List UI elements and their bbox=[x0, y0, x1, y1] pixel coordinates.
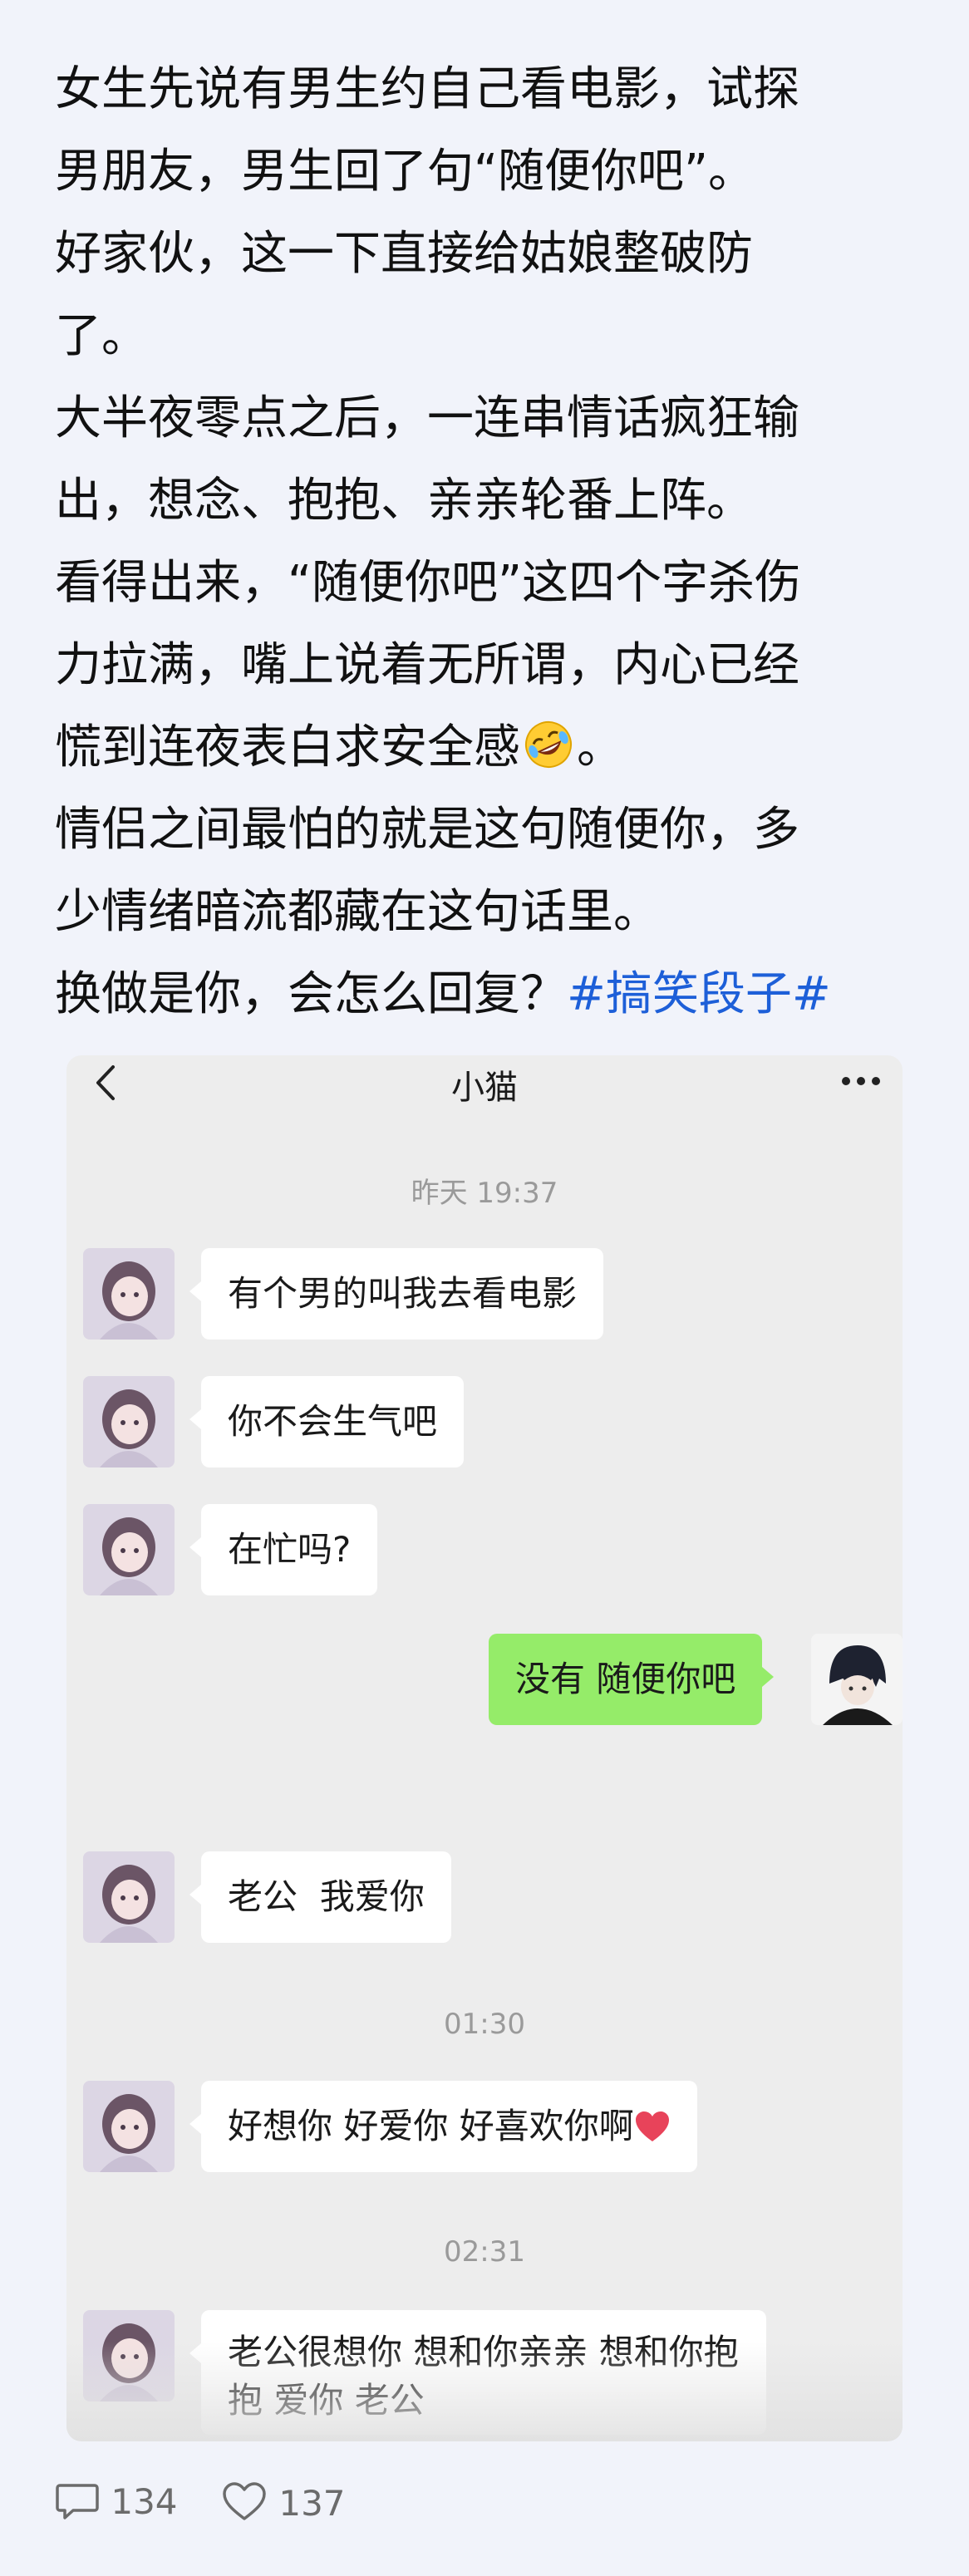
post-line-text: 。 bbox=[577, 720, 623, 774]
chat-title: 小猫 bbox=[451, 1069, 518, 1107]
comment-count: 134 bbox=[111, 2481, 178, 2522]
message-bubble[interactable]: 有个男的叫我去看电影 bbox=[189, 1248, 604, 1340]
contact-avatar[interactable] bbox=[83, 1376, 175, 1467]
post-line-with-hashtag: 换做是你，会怎么回复？#搞笑段子# bbox=[55, 953, 919, 1035]
post-text: 女生先说有男生约自己看电影，试探 男朋友，男生回了句“随便你吧”。 好家伙，这一… bbox=[55, 48, 919, 1035]
comment-button[interactable]: 134 bbox=[55, 2480, 178, 2522]
message-bubble[interactable]: 老公 我爱你 bbox=[189, 1851, 451, 1943]
girl-avatar-icon bbox=[83, 1851, 175, 1943]
rolling-on-floor-laughing-icon bbox=[525, 721, 572, 768]
contact-avatar[interactable] bbox=[83, 2081, 175, 2172]
post-line: 少情绪暗流都藏在这句话里。 bbox=[55, 885, 660, 939]
like-count: 137 bbox=[278, 2483, 346, 2524]
post-line-text: 慌到连夜表白求安全感 bbox=[55, 720, 520, 774]
post-line: 情侣之间最怕的就是这句随便你，多 bbox=[55, 803, 799, 857]
post-line: 了。 bbox=[55, 309, 148, 363]
user-avatar[interactable] bbox=[811, 1634, 903, 1725]
like-button[interactable]: 137 bbox=[221, 2480, 346, 2524]
post-line: 力拉满，嘴上说着无所谓，内心已经 bbox=[55, 638, 799, 692]
message-bubble[interactable]: 好想你 好爱你 好喜欢你啊 bbox=[189, 2081, 697, 2172]
contact-avatar[interactable] bbox=[83, 1851, 175, 1943]
chat-header: 小猫 bbox=[66, 1055, 903, 1110]
post-line-with-emoji: 慌到连夜表白求安全感 。 bbox=[55, 706, 919, 789]
more-options-icon[interactable] bbox=[838, 1069, 884, 1094]
bottom-fade bbox=[66, 2342, 903, 2441]
girl-avatar-icon bbox=[83, 2081, 175, 2172]
message-text: 好想你 好爱你 好喜欢你啊 bbox=[228, 2106, 634, 2146]
boy-avatar-icon bbox=[811, 1634, 903, 1725]
girl-avatar-icon bbox=[83, 1248, 175, 1340]
timestamp: 昨天 19:37 bbox=[411, 1177, 558, 1210]
heart-outline-icon bbox=[223, 2482, 266, 2520]
timestamp: 02:31 bbox=[444, 2235, 525, 2269]
contact-avatar[interactable] bbox=[83, 1248, 175, 1340]
post-line: 大半夜零点之后，一连串情话疯狂输 bbox=[55, 391, 799, 445]
hashtag-link[interactable]: #搞笑段子# bbox=[567, 967, 831, 1021]
message-bubble-self[interactable]: 没有 随便你吧 bbox=[489, 1634, 775, 1725]
contact-avatar[interactable] bbox=[83, 1504, 175, 1595]
timestamp: 01:30 bbox=[444, 2008, 525, 2041]
message-bubble[interactable]: 在忙吗? bbox=[189, 1504, 378, 1595]
post-line: 女生先说有男生约自己看电影，试探 bbox=[55, 62, 799, 116]
post-line: 男朋友，男生回了句“随便你吧”。 bbox=[55, 145, 755, 199]
comment-icon bbox=[56, 2484, 99, 2519]
chat-screenshot[interactable]: 小猫 昨天 19:37 有个男的叫我去看电影 你不会生气吧 在忙吗? 没有 随便… bbox=[66, 1055, 903, 2441]
post-line: 好家伙，这一下直接给姑娘整破防 bbox=[55, 227, 753, 281]
message-bubble[interactable]: 你不会生气吧 bbox=[189, 1376, 465, 1467]
girl-avatar-icon bbox=[83, 1376, 175, 1467]
post-line: 看得出来，“随便你吧”这四个字杀伤 bbox=[55, 556, 802, 610]
heart-icon bbox=[635, 2111, 669, 2141]
post-line: 出，想念、抱抱、亲亲轮番上阵。 bbox=[55, 474, 753, 528]
girl-avatar-icon bbox=[83, 1504, 175, 1595]
post-line-text: 换做是你，会怎么回复？ bbox=[55, 967, 567, 1021]
